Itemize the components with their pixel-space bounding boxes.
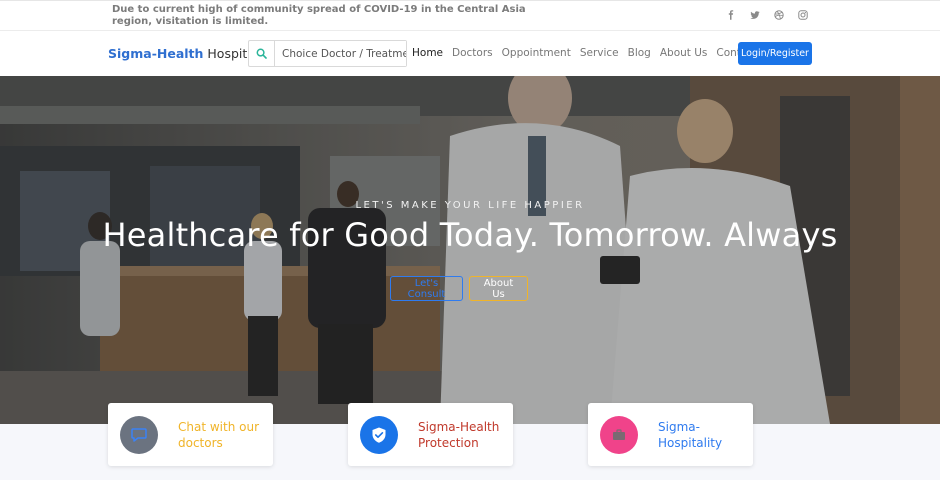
- dribbble-icon[interactable]: [774, 10, 784, 20]
- feature-card-chat-line2: doctors: [178, 435, 223, 450]
- feature-card-hospitality-line2: Hospitality: [658, 435, 723, 450]
- instagram-icon[interactable]: [798, 10, 808, 20]
- main-nav: Home Doctors Oppointment Service Blog Ab…: [412, 47, 757, 59]
- search-icon[interactable]: [249, 41, 275, 66]
- nav-blog[interactable]: Blog: [628, 47, 651, 59]
- brand-logo[interactable]: Sigma-Health Hospital: [108, 46, 258, 61]
- doctor-search: [248, 40, 407, 67]
- feature-card-chat-label: Chat with our doctors: [178, 419, 259, 451]
- shield-icon: [360, 415, 398, 454]
- twitter-icon[interactable]: [750, 10, 760, 20]
- facebook-icon[interactable]: [726, 10, 736, 20]
- login-register-button[interactable]: Login/Register: [738, 42, 812, 65]
- hero-headline: Healthcare for Good Today. Tomorrow. Alw…: [102, 216, 838, 254]
- feature-card-hospitality-label: Sigma- Hospitality: [658, 419, 722, 451]
- search-input[interactable]: [275, 41, 406, 66]
- feature-card-hospitality-line1: Sigma-: [658, 419, 700, 434]
- top-notice-bar: Due to current high of community spread …: [0, 0, 940, 31]
- hero-eyebrow: LET'S MAKE YOUR LIFE HAPPIER: [355, 200, 585, 211]
- social-links: [726, 10, 808, 20]
- hero-banner: LET'S MAKE YOUR LIFE HAPPIER Healthcare …: [0, 76, 940, 424]
- brand-name-primary: Sigma-Health: [108, 46, 204, 61]
- hero-actions: Let's Consult About Us: [390, 276, 528, 301]
- feature-card-protection-line2: Protection: [418, 435, 479, 450]
- main-header: Sigma-Health Hospital Home Doctors Oppoi…: [0, 31, 940, 76]
- nav-service[interactable]: Service: [580, 47, 619, 59]
- feature-card-chat-line1: Chat with our: [178, 419, 260, 434]
- lets-consult-button[interactable]: Let's Consult: [390, 276, 463, 301]
- briefcase-icon: [600, 415, 638, 454]
- chat-icon: [120, 415, 158, 454]
- nav-appointment[interactable]: Oppointment: [502, 47, 571, 59]
- about-us-button[interactable]: About Us: [469, 276, 528, 301]
- nav-doctors[interactable]: Doctors: [452, 47, 493, 59]
- nav-home[interactable]: Home: [412, 47, 443, 59]
- feature-card-protection-line1: Sigma-Health: [418, 419, 500, 434]
- covid-notice: Due to current high of community spread …: [112, 4, 526, 27]
- feature-card-hospitality[interactable]: Sigma- Hospitality: [588, 403, 753, 466]
- feature-card-protection-label: Sigma-Health Protection: [418, 419, 499, 451]
- nav-about-us[interactable]: About Us: [660, 47, 708, 59]
- feature-card-chat[interactable]: Chat with our doctors: [108, 403, 273, 466]
- feature-card-protection[interactable]: Sigma-Health Protection: [348, 403, 513, 466]
